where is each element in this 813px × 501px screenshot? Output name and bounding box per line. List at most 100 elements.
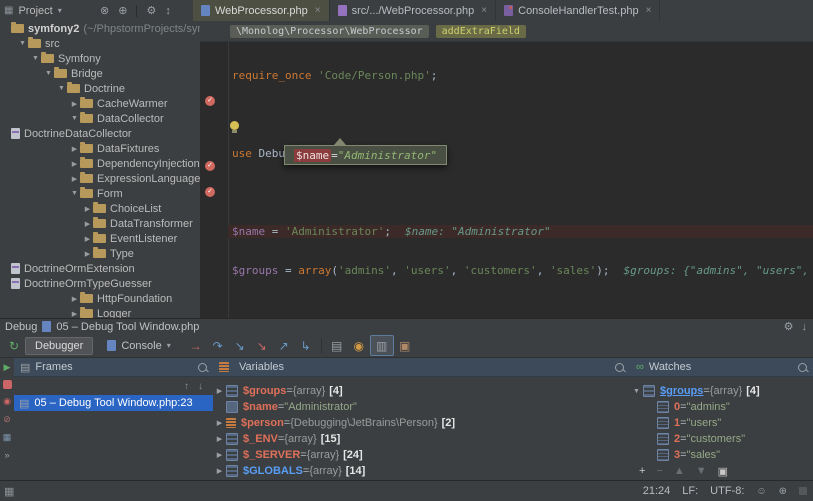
settings-gear-icon[interactable]: ⚙	[784, 320, 794, 333]
tree-item-datafixtures[interactable]: ▶ DataFixtures	[0, 141, 200, 156]
scroll-sync-icon[interactable]: ↕	[165, 5, 171, 17]
expand-icon[interactable]: ▼	[630, 388, 643, 395]
tab-console[interactable]: Console ▾	[97, 337, 180, 355]
breadcrumb-class-chip[interactable]: \Monolog\Processor\WebProcessor	[230, 24, 429, 38]
editor-gutter[interactable]: ✓ ✓ ✓	[200, 41, 229, 318]
run-to-cursor-icon[interactable]: ↳	[295, 336, 317, 355]
close-icon[interactable]: ×	[646, 5, 652, 16]
watch-child-row[interactable]: 3 = "sales"	[630, 447, 813, 463]
watch-row[interactable]: ▼ $groups = {array} [4]	[630, 383, 813, 399]
expand-icon[interactable]: ▼	[30, 55, 41, 62]
watch-child-row[interactable]: 0 = "admins"	[630, 399, 813, 415]
collapse-icon[interactable]: ▶	[82, 250, 93, 258]
more-icon[interactable]: »	[4, 450, 9, 460]
collapse-icon[interactable]: ▶	[69, 175, 80, 183]
add-watch-icon[interactable]: +	[639, 465, 645, 477]
tree-item-doctrine[interactable]: ▼ Doctrine	[0, 81, 200, 96]
tree-item-src[interactable]: ▼ src	[0, 36, 200, 51]
tree-item-eventlistener[interactable]: ▶ EventListener	[0, 231, 200, 246]
watch-child-row[interactable]: 1 = "users"	[630, 415, 813, 431]
code-editor[interactable]: \Monolog\Processor\WebProcessor addExtra…	[200, 21, 813, 318]
expand-icon[interactable]: ▼	[69, 190, 80, 197]
collapse-icon[interactable]: ▶	[69, 295, 80, 303]
variable-row[interactable]: ▶ $_SERVER = {array} [24]	[213, 447, 630, 463]
hector-inspections-icon[interactable]: ☺	[756, 486, 766, 497]
tree-item-datacollector[interactable]: ▼ DataCollector	[0, 111, 200, 126]
next-frame-icon[interactable]: ↓	[198, 381, 203, 392]
tree-item-cachewarmer[interactable]: ▶ CacheWarmer	[0, 96, 200, 111]
breakpoint-icon[interactable]: ✓	[205, 96, 215, 106]
line-separator-selector[interactable]: LF:	[682, 485, 698, 497]
tree-item-doctrineormextension[interactable]: DoctrineOrmExtension	[0, 261, 200, 276]
code-area[interactable]: require_once 'Code/Person.php'; use Debu…	[228, 43, 813, 318]
force-step-into-icon[interactable]: ↘	[251, 336, 273, 355]
collapse-icon[interactable]: ▶	[213, 467, 226, 475]
breakpoint-icon[interactable]: ✓	[205, 161, 215, 171]
collapse-icon[interactable]: ▶	[82, 235, 93, 243]
move-watch-up-icon[interactable]: ▲	[674, 465, 685, 477]
settings-gear-icon[interactable]: ⚙	[146, 4, 156, 17]
frame-item-selected[interactable]: ▤ 05 – Debug Tool Window.php:23	[14, 395, 213, 411]
tree-item-form[interactable]: ▼ Form	[0, 186, 200, 201]
collapse-icon[interactable]: ▶	[213, 451, 226, 459]
rerun-icon[interactable]: ↻	[3, 336, 25, 355]
duplicate-watch-icon[interactable]: ▣	[718, 465, 728, 478]
tab-debugger[interactable]: Debugger	[25, 336, 94, 355]
resume-icon[interactable]: ▶	[4, 362, 11, 373]
layout-settings-icon[interactable]: ▥	[369, 335, 394, 356]
tree-item-doctrinedatacollector[interactable]: DoctrineDataCollector	[0, 126, 200, 141]
toolwindow-switcher-icon[interactable]: ▦	[4, 485, 14, 498]
tab-src-webprocessor[interactable]: src/.../WebProcessor.php ×	[330, 0, 497, 21]
remove-watch-icon[interactable]: −	[656, 465, 662, 477]
variable-row[interactable]: $name = "Administrator"	[213, 399, 630, 415]
variable-row[interactable]: ▶ $groups = {array} [4]	[213, 383, 630, 399]
collapse-icon[interactable]: ▶	[69, 100, 80, 108]
tree-item-bridge[interactable]: ▼ Bridge	[0, 66, 200, 81]
collapse-icon[interactable]: ▶	[69, 145, 80, 153]
tree-item-expressionlanguage[interactable]: ▶ ExpressionLanguage	[0, 171, 200, 186]
encoding-selector[interactable]: UTF-8:	[710, 485, 744, 497]
expand-icon[interactable]: ▼	[69, 115, 80, 122]
tree-item-datatransformer[interactable]: ▶ DataTransformer	[0, 216, 200, 231]
locate-icon[interactable]: ⊕	[118, 4, 127, 17]
step-out-icon[interactable]: ↗	[273, 336, 295, 355]
breakpoints-icon[interactable]: ◉	[3, 396, 11, 407]
mute-breakpoints-icon[interactable]: ◉	[348, 336, 370, 355]
tree-item-doctrineormtypeguesser[interactable]: DoctrineOrmTypeGuesser	[0, 276, 200, 291]
caret-position[interactable]: 21:24	[643, 485, 671, 497]
watch-child-row[interactable]: 2 = "customers"	[630, 431, 813, 447]
collapse-icon[interactable]: ▶	[213, 435, 226, 443]
tab-consolehandlertest[interactable]: ConsoleHandlerTest.php ×	[496, 0, 661, 21]
collapse-icon[interactable]: ▶	[213, 419, 226, 427]
expand-icon[interactable]: ▼	[17, 40, 28, 47]
expand-icon[interactable]: ▼	[43, 70, 54, 77]
tree-root[interactable]: symfony2 (~/PhpstormProjects/symfony2)	[0, 21, 200, 36]
step-over-icon[interactable]: ↷	[207, 336, 229, 355]
hide-panel-icon[interactable]: ↓	[802, 321, 808, 333]
breakpoint-icon[interactable]: ✓	[205, 187, 215, 197]
restore-layout-icon[interactable]: ▦	[3, 432, 12, 443]
tree-item-httpfoundation[interactable]: ▶ HttpFoundation	[0, 291, 200, 306]
collapse-icon[interactable]: ▶	[69, 160, 80, 168]
breadcrumb-method-chip[interactable]: addExtraField	[435, 24, 526, 38]
step-into-icon[interactable]: ↘	[229, 336, 251, 355]
evaluate-expression-icon[interactable]: ▣	[394, 336, 416, 355]
tree-item-symfony[interactable]: ▼ Symfony	[0, 51, 200, 66]
variable-row[interactable]: ▶ $person = {Debugging\JetBrains\Person}[…	[213, 415, 630, 431]
stop-icon[interactable]	[2, 380, 12, 389]
tree-item-dependencyinjection[interactable]: ▶ DependencyInjection	[0, 156, 200, 171]
collapse-icon[interactable]: ▶	[82, 205, 93, 213]
view-breakpoints-icon[interactable]: ▤	[326, 336, 348, 355]
collapse-all-icon[interactable]: ⊗	[100, 4, 109, 17]
memory-indicator[interactable]	[799, 487, 807, 495]
pin-icon[interactable]	[198, 362, 207, 372]
variable-row[interactable]: ▶ $GLOBALS = {array} [14]	[213, 463, 630, 479]
pin-icon[interactable]	[798, 362, 807, 372]
mute-breakpoints-icon[interactable]: ⊘	[3, 414, 11, 425]
close-icon[interactable]: ×	[481, 5, 487, 16]
tree-item-type[interactable]: ▶ Type	[0, 246, 200, 261]
project-tool-selector[interactable]: ▦ Project ▾	[4, 0, 62, 21]
variable-row[interactable]: ▶ $_ENV = {array} [15]	[213, 431, 630, 447]
collapse-icon[interactable]: ▶	[69, 310, 80, 318]
close-icon[interactable]: ×	[315, 5, 321, 16]
